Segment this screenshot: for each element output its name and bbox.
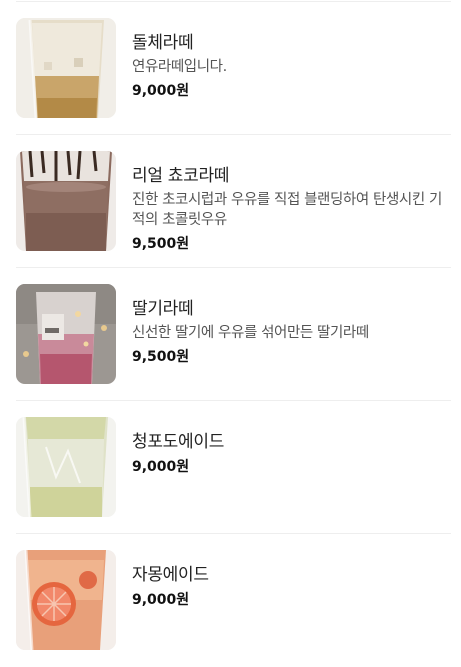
menu-item-name: 딸기라떼 bbox=[132, 299, 194, 319]
menu-item-description: 연유라떼입니다. bbox=[132, 59, 227, 75]
menu-item-name: 돌체라떼 bbox=[132, 33, 194, 53]
menu-item-price: 9,000원 bbox=[132, 592, 190, 608]
grapefruit-ade-photo bbox=[16, 550, 116, 650]
menu-item-name: 리얼 쵸코라떼 bbox=[132, 166, 230, 186]
menu-item-name: 자몽에이드 bbox=[132, 565, 209, 585]
menu-item-price: 9,000원 bbox=[132, 459, 190, 475]
menu-item-dolce-latte[interactable]: 돌체라떼 연유라떼입니다. 9,000원 bbox=[16, 1, 451, 135]
dolce-latte-photo bbox=[16, 18, 116, 118]
menu-item-grapefruit-ade[interactable]: 자몽에이드 9,000원 bbox=[16, 533, 451, 667]
green-grape-ade-photo bbox=[16, 417, 116, 517]
menu-item-name: 청포도에이드 bbox=[132, 432, 225, 452]
menu-item-green-grape-ade[interactable]: 청포도에이드 9,000원 bbox=[16, 400, 451, 534]
menu-item-strawberry-latte[interactable]: 딸기라떼 신선한 딸기에 우유를 섞어만든 딸기라떼 9,500원 bbox=[16, 267, 451, 401]
menu-item-real-choco-latte[interactable]: 리얼 쵸코라떼 진한 초코시럽과 우유를 직접 블랜딩하여 탄생시킨 기적의 초… bbox=[16, 134, 451, 268]
menu-item-price: 9,500원 bbox=[132, 236, 190, 252]
choco-latte-photo bbox=[16, 151, 116, 251]
strawberry-latte-photo bbox=[16, 284, 116, 384]
menu-item-description: 진한 초코시럽과 우유를 직접 블랜딩하여 탄생시킨 기적의 초콜릿우유 bbox=[132, 192, 442, 228]
menu-item-description: 신선한 딸기에 우유를 섞어만든 딸기라떼 bbox=[132, 325, 369, 341]
menu-item-price: 9,500원 bbox=[132, 349, 190, 365]
menu-item-price: 9,000원 bbox=[132, 83, 190, 99]
